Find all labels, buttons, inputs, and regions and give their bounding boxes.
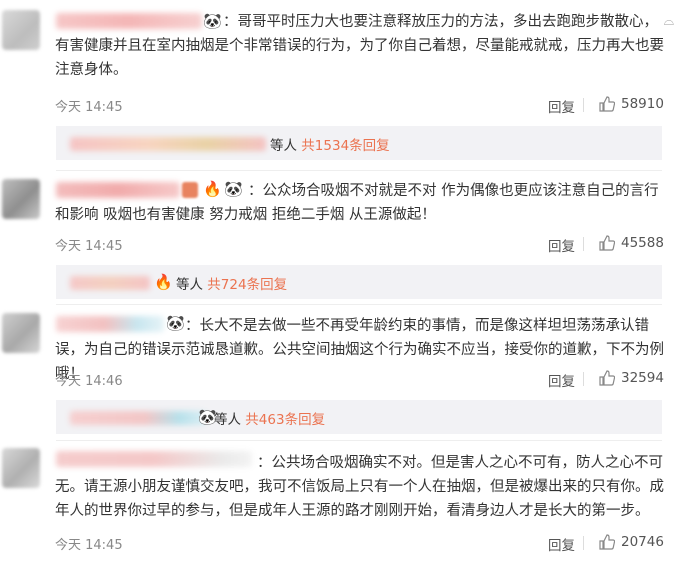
replies-count-link[interactable]: 共1534条回复 [301,138,389,154]
like-count: 20746 [621,534,664,550]
avatar[interactable] [2,313,40,353]
avatar[interactable] [2,10,40,50]
like-count: 58910 [621,96,664,112]
divider [583,372,584,386]
replies-summary[interactable]: 🐼 等人 共463条回复 [56,400,662,434]
replies-count-link[interactable]: 共724条回复 [207,277,287,293]
divider [56,170,662,171]
replies-count-link[interactable]: 共463条回复 [245,412,325,428]
comment-meta: 今天 14:46 回复 32594 [55,368,665,390]
divider [583,536,584,550]
thumbs-up-icon[interactable] [599,96,615,112]
divider [56,304,662,305]
avatar[interactable] [2,448,40,488]
replier-names-blurred [70,411,206,425]
thumbs-up-icon[interactable] [599,534,615,550]
divider [583,98,584,112]
replies-summary[interactable]: 🔥 等人 共724条回复 [56,265,662,299]
replies-label[interactable]: 等人 共724条回复 [176,273,287,293]
comment-time: 今天 14:46 [55,374,123,389]
replier-names-blurred [70,137,266,151]
comment-text: ：公众场合吸烟不对就是不对 作为偶像也更应该注意自己的言行和影响 吸烟也有害健康… [55,183,659,223]
reply-button[interactable]: 回复 [548,534,575,554]
replier-names-blurred [70,276,150,290]
divider [583,237,584,251]
replies-prefix: 等人 [270,138,297,154]
comment-time: 今天 14:45 [55,100,123,115]
comment-text: ：公共场合吸烟确实不对。但是害人之心不可有，防人之心不可无。请王源小朋友谨慎交友… [55,455,664,519]
comment-meta: 今天 14:45 回复 20746 [55,532,665,554]
reply-button[interactable]: 回复 [548,235,575,255]
replies-label[interactable]: 等人 共463条回复 [214,408,325,428]
replies-summary[interactable]: 等人 共1534条回复 [56,126,662,160]
thumbs-up-icon[interactable] [599,370,615,386]
reply-button[interactable]: 回复 [548,96,575,116]
replies-prefix: 等人 [176,277,203,293]
like-count: 32594 [621,370,664,386]
thumbs-up-icon[interactable] [599,235,615,251]
comment-meta: 今天 14:45 回复 58910 [55,94,665,116]
replies-label[interactable]: 等人 共1534条回复 [270,134,390,154]
avatar[interactable] [2,179,40,219]
comment-text: ：哥哥平时压力大也要注意释放压力的方法，多出去跑跑步散散心，有害健康并且在室内抽… [55,14,664,78]
replies-prefix: 等人 [214,412,241,428]
fire-badge-icon: 🔥 [154,273,173,291]
comment-time: 今天 14:45 [55,239,123,254]
reply-button[interactable]: 回复 [548,370,575,390]
comment-time: 今天 14:45 [55,538,123,553]
comment-meta: 今天 14:45 回复 45588 [55,233,665,255]
divider [56,440,662,441]
like-count: 45588 [621,235,664,251]
